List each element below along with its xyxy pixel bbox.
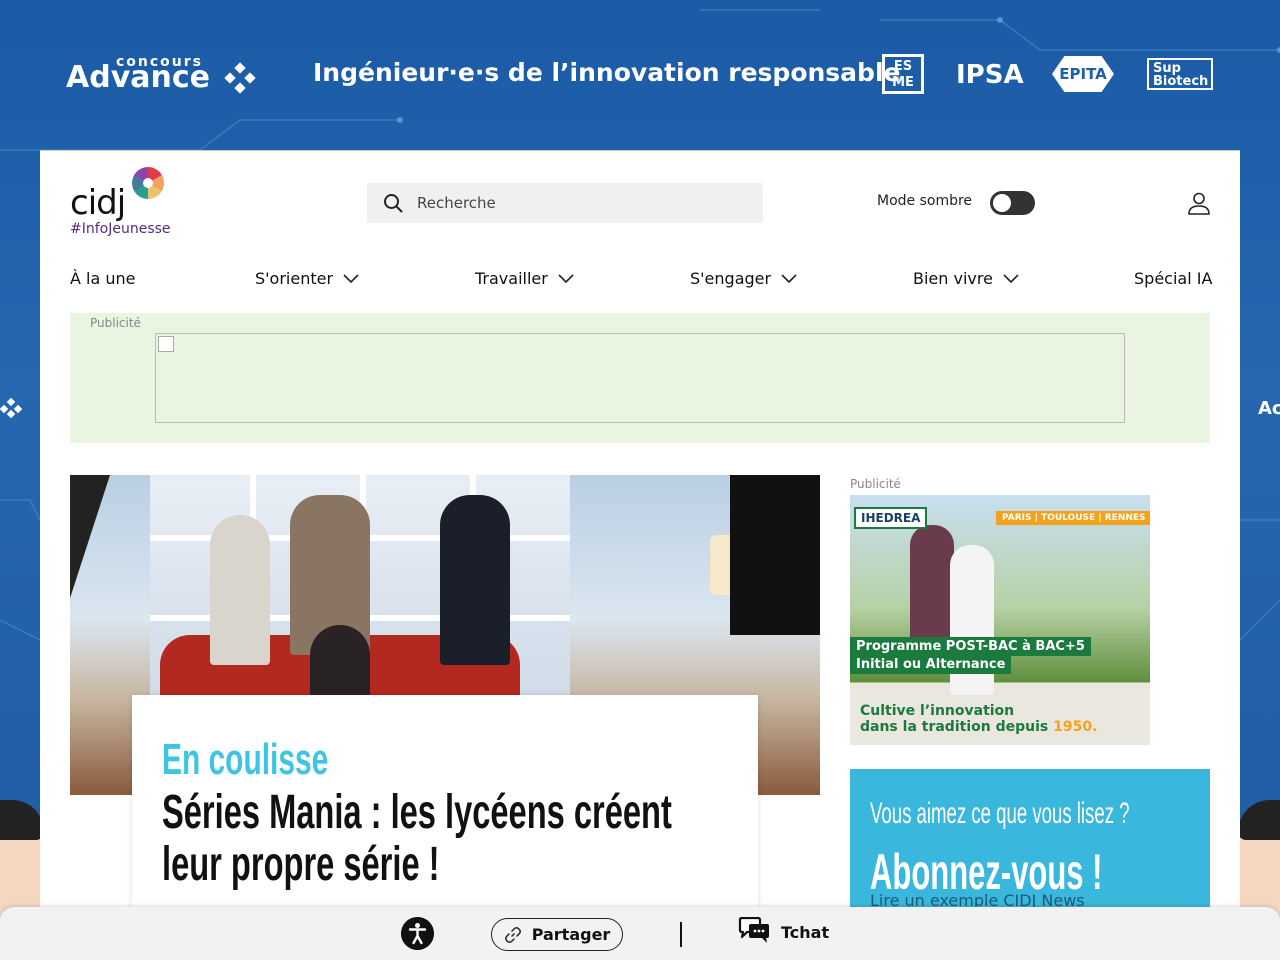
chevron-down-icon xyxy=(558,273,574,283)
top-ad-banner: Publicité xyxy=(70,313,1210,443)
dark-mode-toggle[interactable] xyxy=(990,191,1035,215)
hero-boom-pole xyxy=(70,475,110,795)
ad-slogan: Cultive l’innovation dans la tradition d… xyxy=(860,703,1097,735)
ad-slogan-line2-text: dans la tradition depuis xyxy=(860,719,1054,735)
ihedrea-ad[interactable]: IHEDREA PARIS | TOULOUSE | RENNES Progra… xyxy=(850,495,1150,745)
nav-item-label: S'engager xyxy=(690,269,772,288)
main-panel: cidj #InfoJeunesse Mode sombre À la une … xyxy=(40,150,1240,960)
share-button[interactable]: Partager xyxy=(491,918,623,951)
dark-mode-label: Mode sombre xyxy=(877,193,973,209)
broken-image-icon xyxy=(158,336,174,352)
hero-person xyxy=(210,515,270,665)
ad-image-placeholder[interactable] xyxy=(155,333,1125,423)
nav-item-label: Spécial IA xyxy=(1134,269,1213,288)
nav-item-a-la-une[interactable]: À la une xyxy=(70,269,136,288)
side-ad-label: Publicité xyxy=(850,477,901,491)
side-right-brand: Ac xyxy=(1258,398,1280,419)
ad-cities: PARIS | TOULOUSE | RENNES xyxy=(996,511,1150,525)
chat-button[interactable]: Tchat xyxy=(737,917,829,947)
hero-person xyxy=(440,495,510,665)
user-account-icon[interactable] xyxy=(1186,191,1212,217)
ad-program-line2: Initial ou Alternance xyxy=(850,655,1012,674)
accessibility-icon[interactable] xyxy=(401,917,434,950)
search-icon[interactable] xyxy=(383,193,403,213)
supbiotech-logo[interactable]: Sup Biotech xyxy=(1147,58,1213,90)
nav-item-special-ia[interactable]: Spécial IA xyxy=(1134,269,1212,288)
chevron-down-icon xyxy=(781,273,797,283)
cidj-logo-subtitle: #InfoJeunesse xyxy=(70,221,171,237)
ad-slogan-line1: Cultive l’innovation xyxy=(860,703,1015,719)
advance-diamond-icon xyxy=(224,62,256,94)
hero-softbox xyxy=(730,475,820,635)
nav-item-bien-vivre[interactable]: Bien vivre xyxy=(913,269,1019,288)
ihedrea-logo: IHEDREA xyxy=(854,507,928,529)
esme-logo[interactable]: ES ME xyxy=(882,54,924,94)
nav-item-label: À la une xyxy=(70,269,136,288)
search-bar[interactable] xyxy=(367,183,763,223)
ipsa-logo[interactable]: IPSA xyxy=(956,60,1024,90)
side-left-diamond-icon xyxy=(0,398,22,418)
main-navigation: À la une S'orienter Travailler S'engager… xyxy=(70,269,1212,299)
advance-banner[interactable]: concours Advance Ingénieur·e·s de l’inno… xyxy=(0,0,1280,150)
search-input[interactable] xyxy=(417,183,747,223)
cidj-logo-text: cidj xyxy=(70,183,126,223)
bottom-share-bar: Partager Tchat xyxy=(0,907,1280,960)
article-kicker: En coulisse xyxy=(162,735,329,784)
epita-logo[interactable]: EPITA xyxy=(1052,56,1114,92)
chat-bubbles-icon xyxy=(738,917,769,943)
share-button-label: Partager xyxy=(531,925,611,944)
link-icon xyxy=(504,926,521,943)
ad-slogan-line2: dans la tradition depuis 1950. xyxy=(860,719,1097,735)
nav-item-s-engager[interactable]: S'engager xyxy=(690,269,797,288)
nav-item-s-orienter[interactable]: S'orienter xyxy=(255,269,359,288)
bottom-bar-divider xyxy=(680,922,682,947)
chevron-down-icon xyxy=(1003,273,1019,283)
article-headline[interactable]: Séries Mania : les lycéens créent leur p… xyxy=(162,787,720,891)
nav-item-travailler[interactable]: Travailler xyxy=(475,269,574,288)
advance-logo-text: Advance xyxy=(66,60,210,95)
ad-program-line1: Programme POST-BAC à BAC+5 xyxy=(850,637,1091,656)
nav-item-label: Bien vivre xyxy=(913,269,993,288)
chat-label: Tchat xyxy=(781,922,830,942)
nav-item-label: Travailler xyxy=(475,269,548,288)
banner-tagline: Ingénieur·e·s de l’innovation responsabl… xyxy=(313,58,901,87)
ad-slogan-year: 1950. xyxy=(1053,719,1098,735)
chevron-down-icon xyxy=(343,273,359,283)
cidj-logo[interactable]: cidj #InfoJeunesse xyxy=(70,167,180,239)
cidj-color-wheel-icon xyxy=(132,167,164,199)
ad-label: Publicité xyxy=(90,316,141,330)
subscribe-question: Vous aimez ce que vous lisez ? xyxy=(870,797,1130,830)
dark-mode-toggle-knob xyxy=(993,194,1011,212)
nav-item-label: S'orienter xyxy=(255,269,334,288)
